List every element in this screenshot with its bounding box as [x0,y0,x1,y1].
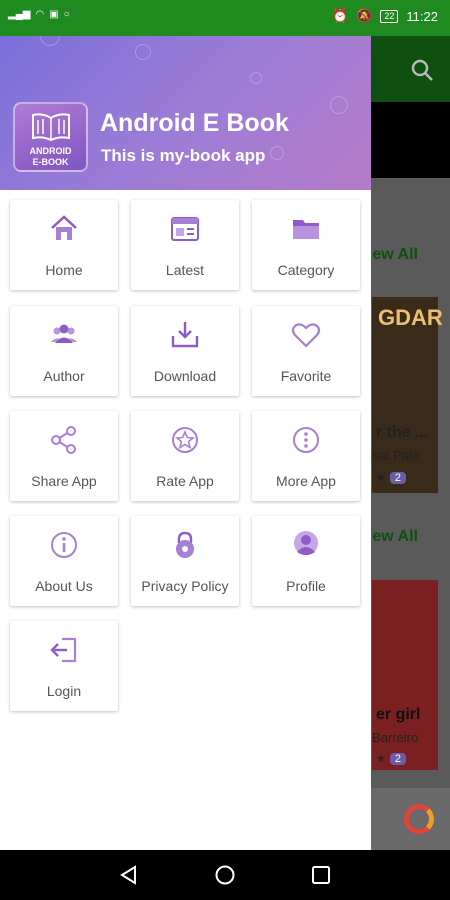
notification-icon: ▣ [49,9,59,20]
menu-item-label: About Us [35,578,93,594]
menu-item-label: Privacy Policy [141,578,229,594]
app-title: Android E Book [100,109,289,137]
recents-icon[interactable] [310,864,332,886]
ad-logo-icon[interactable] [404,804,434,834]
navigation-drawer: ANDROID E-BOOK Android E Book This is my… [0,36,371,850]
book-author: hai Pate [372,448,420,463]
app-logo: ANDROID E-BOOK [13,102,88,172]
folder-icon [293,220,319,239]
menu-item-rate-app[interactable]: Rate App [131,411,239,501]
decor-bubble [40,36,60,46]
status-icons-left: ▂▄▆ ◠ ▣ ○ [8,9,70,20]
download-icon [171,322,199,348]
sync-icon: ○ [63,9,70,20]
info-icon [51,532,77,558]
view-all-link[interactable]: ew All [372,528,418,546]
star-icon: ★ [376,753,386,765]
home-icon [51,215,77,240]
group-icon [51,324,77,343]
star-icon: ★ [376,472,386,484]
wifi-icon: ◠ [35,9,45,20]
menu-item-label: Share App [31,473,97,489]
status-icons-right: ⏰ 🔕 22 11:22 [332,8,438,24]
rating-badge: 2 [389,471,406,484]
logo-text-line1: ANDROID [29,146,72,156]
mute-icon: 🔕 [356,8,373,23]
menu-item-favorite[interactable]: Favorite [252,306,360,396]
decor-bubble [330,96,348,114]
menu-item-profile[interactable]: Profile [252,516,360,606]
app-subtitle: This is my-book app [101,146,266,165]
system-nav-bar [0,850,450,900]
person-icon [294,531,318,555]
book-icon [32,113,70,142]
menu-item-label: Author [43,368,85,384]
login-icon [50,637,77,663]
drawer-header: ANDROID E-BOOK Android E Book This is my… [0,36,371,190]
menu-item-label: More App [276,473,336,489]
menu-item-privacy-policy[interactable]: Privacy Policy [131,516,239,606]
alarm-icon: ⏰ [332,8,349,23]
menu-item-share-app[interactable]: Share App [10,411,118,501]
book-rating: ★ 2 [376,752,406,765]
book-author: Barreiro [372,730,419,745]
latest-icon [171,217,199,241]
book-cover[interactable]: GDAR [372,297,443,493]
menu-item-login[interactable]: Login [10,621,118,711]
menu-item-download[interactable]: Download [131,306,239,396]
menu-item-latest[interactable]: Latest [131,200,239,290]
menu-item-label: Profile [286,578,326,594]
status-bar: ▂▄▆ ◠ ▣ ○ ⏰ 🔕 22 11:22 [0,0,450,36]
lock-icon [176,531,194,558]
menu-item-label: Download [153,368,217,384]
decor-bubble [270,146,284,160]
back-icon[interactable] [118,864,140,886]
logo-text-line2: E-BOOK [32,157,69,167]
menu-item-more-app[interactable]: More App [252,411,360,501]
heart-icon [291,323,321,348]
book-cover-text: GDAR [378,305,443,330]
menu-item-category[interactable]: Category [252,200,360,290]
menu-item-label: Login [46,683,82,699]
rating-badge: 2 [389,752,406,765]
signal-icon: ▂▄▆ [8,9,31,20]
menu-item-label: Rate App [156,473,214,489]
decor-bubble [135,44,151,60]
menu-item-home[interactable]: Home [10,200,118,290]
book-title: er girl [376,706,421,723]
share-icon [51,426,76,454]
view-all-link[interactable]: ew All [372,246,418,264]
home-nav-icon[interactable] [214,864,236,886]
decor-bubble [250,72,262,84]
star-badge-icon [172,427,198,453]
search-icon[interactable] [410,58,434,82]
menu-item-label: Favorite [280,368,332,384]
menu-item-author[interactable]: Author [10,306,118,396]
menu-item-label: Home [45,262,83,278]
battery-level: 22 [380,9,399,23]
clock: 11:22 [406,8,438,24]
book-rating: ★ 2 [376,471,406,484]
more-vertical-icon [293,427,319,453]
book-title: r the ... [376,424,429,441]
menu-item-label: Latest [165,262,205,278]
menu-item-label: Category [277,262,335,278]
menu-item-about-us[interactable]: About Us [10,516,118,606]
